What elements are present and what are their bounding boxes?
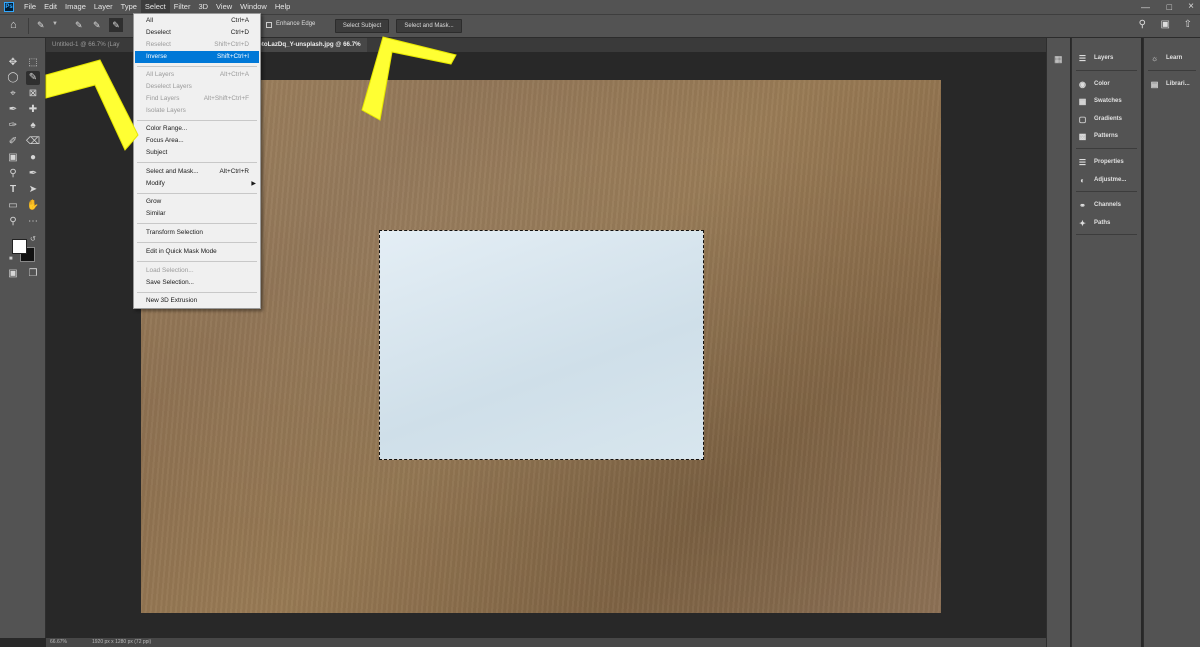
foreground-color-swatch[interactable] xyxy=(12,239,27,254)
annotation-arrow-left xyxy=(45,59,139,151)
annotation-arrow-right xyxy=(361,36,457,121)
annotation-overlay xyxy=(45,36,457,151)
